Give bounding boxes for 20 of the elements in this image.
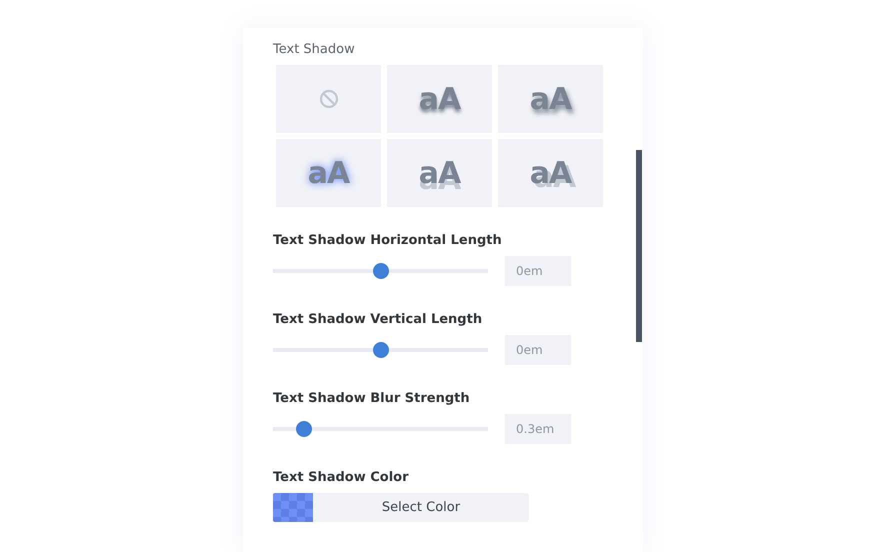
slider-thumb[interactable]: [372, 342, 388, 358]
value-field[interactable]: 0em: [505, 256, 571, 286]
no-shadow-icon: [318, 89, 338, 109]
slider-label: Text Shadow Horizontal Length: [273, 233, 503, 248]
value-field[interactable]: 0.3em: [505, 414, 571, 444]
color-swatch[interactable]: [273, 493, 313, 522]
color-label: Text Shadow Color: [273, 470, 410, 485]
slider-label: Text Shadow Vertical Length: [273, 312, 484, 327]
scrollbar[interactable]: [636, 150, 642, 342]
select-color-button[interactable]: Select Color: [313, 493, 529, 522]
shadow-preset[interactable]: aA: [498, 139, 603, 207]
slider-thumb[interactable]: [372, 263, 388, 279]
section-title: Text Shadow: [273, 42, 356, 57]
shadow-preset[interactable]: aA: [276, 139, 381, 207]
shadow-preset[interactable]: aA: [498, 65, 603, 133]
value-field[interactable]: 0em: [505, 335, 571, 365]
shadow-preset[interactable]: aA: [387, 65, 492, 133]
shadow-preset[interactable]: aA: [387, 139, 492, 207]
slider-label: Text Shadow Blur Strength: [273, 391, 471, 406]
slider-thumb[interactable]: [296, 421, 312, 437]
